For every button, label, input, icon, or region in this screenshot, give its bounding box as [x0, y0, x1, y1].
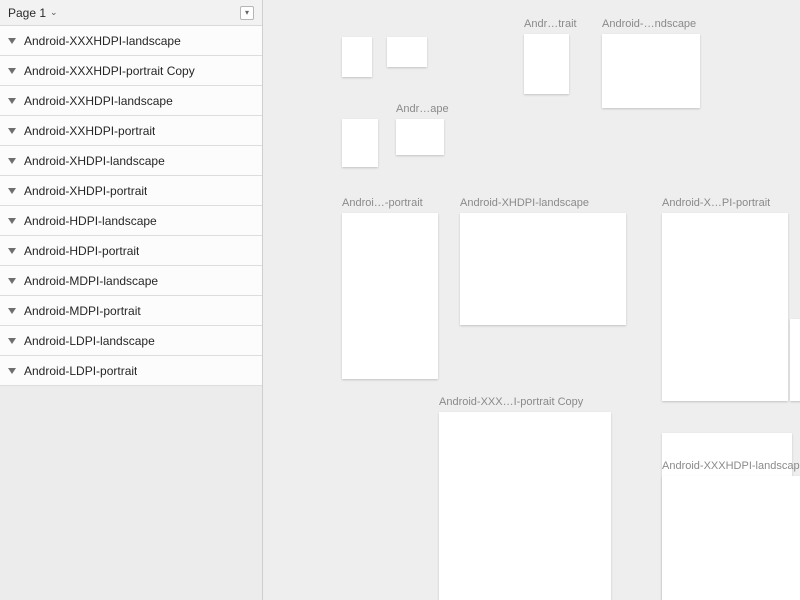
layer-label: Android-LDPI-portrait [24, 364, 137, 378]
disclosure-triangle-icon[interactable] [8, 158, 16, 164]
artboard-label[interactable]: Andr…trait [524, 18, 584, 30]
layer-sidebar: Page 1 ⌄ ▾ Android-XXXHDPI-landscapeAndr… [0, 0, 263, 600]
layer-row[interactable]: Android-XXXHDPI-landscape [0, 26, 262, 56]
disclosure-triangle-icon[interactable] [8, 278, 16, 284]
layer-row[interactable]: Android-HDPI-portrait [0, 236, 262, 266]
artboard[interactable] [342, 213, 438, 379]
layer-label: Android-XXHDPI-portrait [24, 124, 155, 138]
artboard[interactable] [790, 319, 800, 401]
chevron-down-icon: ⌄ [50, 7, 58, 18]
layer-row[interactable]: Android-HDPI-landscape [0, 206, 262, 236]
canvas[interactable]: Andr…trait Android-…ndscape Andr…ape Androi… [263, 0, 800, 600]
layer-label: Android-XHDPI-portrait [24, 184, 147, 198]
artboard[interactable] [602, 34, 700, 108]
artboard[interactable] [342, 37, 372, 77]
page-menu-button[interactable]: ▾ [240, 6, 254, 20]
layer-label: Android-XXHDPI-landscape [24, 94, 173, 108]
layer-label: Android-XXXHDPI-portrait Copy [24, 64, 195, 78]
layer-label: Android-LDPI-landscape [24, 334, 155, 348]
layer-label: Android-MDPI-landscape [24, 274, 158, 288]
artboard[interactable] [460, 213, 626, 325]
disclosure-triangle-icon[interactable] [8, 128, 16, 134]
artboard[interactable] [342, 119, 378, 167]
artboard[interactable] [387, 37, 427, 67]
artboard-label[interactable]: Android-XHDPI-landscape [460, 197, 620, 209]
layer-row[interactable]: Android-XXHDPI-landscape [0, 86, 262, 116]
layer-label: Android-MDPI-portrait [24, 304, 141, 318]
layer-row[interactable]: Android-XHDPI-portrait [0, 176, 262, 206]
artboard[interactable] [439, 412, 611, 600]
artboard-label[interactable]: Android-…ndscape [602, 18, 710, 30]
layer-label: Android-XXXHDPI-landscape [24, 34, 181, 48]
disclosure-triangle-icon[interactable] [8, 218, 16, 224]
disclosure-triangle-icon[interactable] [8, 368, 16, 374]
disclosure-triangle-icon[interactable] [8, 38, 16, 44]
disclosure-triangle-icon[interactable] [8, 188, 16, 194]
layer-list: Android-XXXHDPI-landscape Android-XXXHDPI… [0, 26, 262, 386]
artboard-label[interactable]: Android-XXXHDPI-landscape [662, 460, 800, 472]
artboard-label[interactable]: Androi…-portrait [342, 197, 440, 209]
artboard[interactable] [662, 213, 788, 401]
layer-row[interactable]: Android-LDPI-landscape [0, 326, 262, 356]
artboard[interactable] [662, 476, 800, 600]
layer-row[interactable]: Android-XHDPI-landscape [0, 146, 262, 176]
layer-label: Android-HDPI-landscape [24, 214, 157, 228]
layer-row[interactable]: Android-LDPI-portrait [0, 356, 262, 386]
layer-row[interactable]: Android-XXXHDPI-portrait Copy [0, 56, 262, 86]
disclosure-triangle-icon[interactable] [8, 338, 16, 344]
page-selector[interactable]: Page 1 ⌄ ▾ [0, 0, 262, 26]
artboard-label[interactable]: Android-X…PI-portrait [662, 197, 792, 209]
layer-label: Android-XHDPI-landscape [24, 154, 165, 168]
page-title: Page 1 [8, 6, 46, 20]
disclosure-triangle-icon[interactable] [8, 308, 16, 314]
layer-label: Android-HDPI-portrait [24, 244, 139, 258]
artboard[interactable] [524, 34, 569, 94]
artboard-label[interactable]: Andr…ape [396, 103, 454, 115]
artboard-label[interactable]: Android-XXX…I-portrait Copy [439, 396, 619, 408]
layer-row[interactable]: Android-XXHDPI-portrait [0, 116, 262, 146]
layer-row[interactable]: Android-MDPI-portrait [0, 296, 262, 326]
artboard[interactable] [396, 119, 444, 155]
disclosure-triangle-icon[interactable] [8, 98, 16, 104]
layer-row[interactable]: Android-MDPI-landscape [0, 266, 262, 296]
disclosure-triangle-icon[interactable] [8, 68, 16, 74]
disclosure-triangle-icon[interactable] [8, 248, 16, 254]
